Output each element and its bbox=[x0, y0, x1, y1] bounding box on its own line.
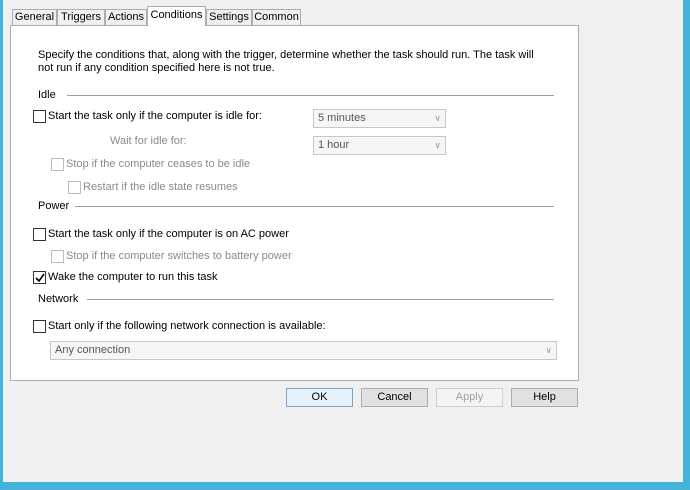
chevron-down-icon: ∨ bbox=[434, 113, 441, 123]
wait-duration-select[interactable]: 1 hour ∨ bbox=[313, 136, 446, 155]
wake-label: Wake the computer to run this task bbox=[48, 271, 218, 283]
idle-heading: Idle bbox=[38, 89, 56, 101]
ok-button[interactable]: OK bbox=[286, 388, 353, 407]
idle-duration-select[interactable]: 5 minutes ∨ bbox=[313, 109, 446, 128]
network-connection-select[interactable]: Any connection ∨ bbox=[50, 341, 557, 360]
tab-common[interactable]: Common bbox=[252, 9, 301, 26]
checkmark-icon bbox=[35, 273, 45, 283]
network-connection-value: Any connection bbox=[55, 344, 131, 356]
idle-checkbox[interactable] bbox=[33, 110, 46, 123]
stop-idle-checkbox[interactable] bbox=[51, 158, 64, 171]
task-properties-window: General Triggers Actions Conditions Sett… bbox=[3, 0, 683, 482]
tab-settings[interactable]: Settings bbox=[206, 9, 252, 26]
stop-battery-label: Stop if the computer switches to battery… bbox=[66, 250, 292, 262]
chevron-down-icon: ∨ bbox=[545, 345, 552, 355]
tab-general[interactable]: General bbox=[12, 9, 57, 26]
wait-label: Wait for idle for: bbox=[110, 135, 187, 147]
power-heading: Power bbox=[38, 200, 70, 212]
restart-idle-label: Restart if the idle state resumes bbox=[83, 181, 238, 193]
idle-duration-value: 5 minutes bbox=[318, 112, 366, 124]
tab-triggers[interactable]: Triggers bbox=[57, 9, 105, 26]
tab-conditions[interactable]: Conditions bbox=[147, 6, 206, 26]
network-label: Start only if the following network conn… bbox=[48, 320, 326, 332]
ac-power-label: Start the task only if the computer is o… bbox=[48, 228, 289, 240]
chevron-down-icon: ∨ bbox=[434, 140, 441, 150]
ac-power-checkbox[interactable] bbox=[33, 228, 46, 241]
wake-checkbox[interactable] bbox=[33, 271, 46, 284]
stop-idle-label: Stop if the computer ceases to be idle bbox=[66, 158, 251, 170]
wait-duration-value: 1 hour bbox=[318, 139, 350, 151]
divider bbox=[67, 95, 554, 96]
tab-actions[interactable]: Actions bbox=[105, 9, 147, 26]
network-heading: Network bbox=[38, 293, 79, 305]
apply-button[interactable]: Apply bbox=[436, 388, 503, 407]
network-checkbox[interactable] bbox=[33, 320, 46, 333]
cancel-button[interactable]: Cancel bbox=[361, 388, 428, 407]
idle-label: Start the task only if the computer is i… bbox=[48, 110, 262, 122]
restart-idle-checkbox[interactable] bbox=[68, 181, 81, 194]
divider bbox=[87, 299, 554, 300]
stop-battery-checkbox[interactable] bbox=[51, 250, 64, 263]
divider bbox=[75, 206, 554, 207]
help-button[interactable]: Help bbox=[511, 388, 578, 407]
description: Specify the conditions that, along with … bbox=[38, 49, 534, 74]
conditions-panel: Specify the conditions that, along with … bbox=[10, 25, 579, 381]
